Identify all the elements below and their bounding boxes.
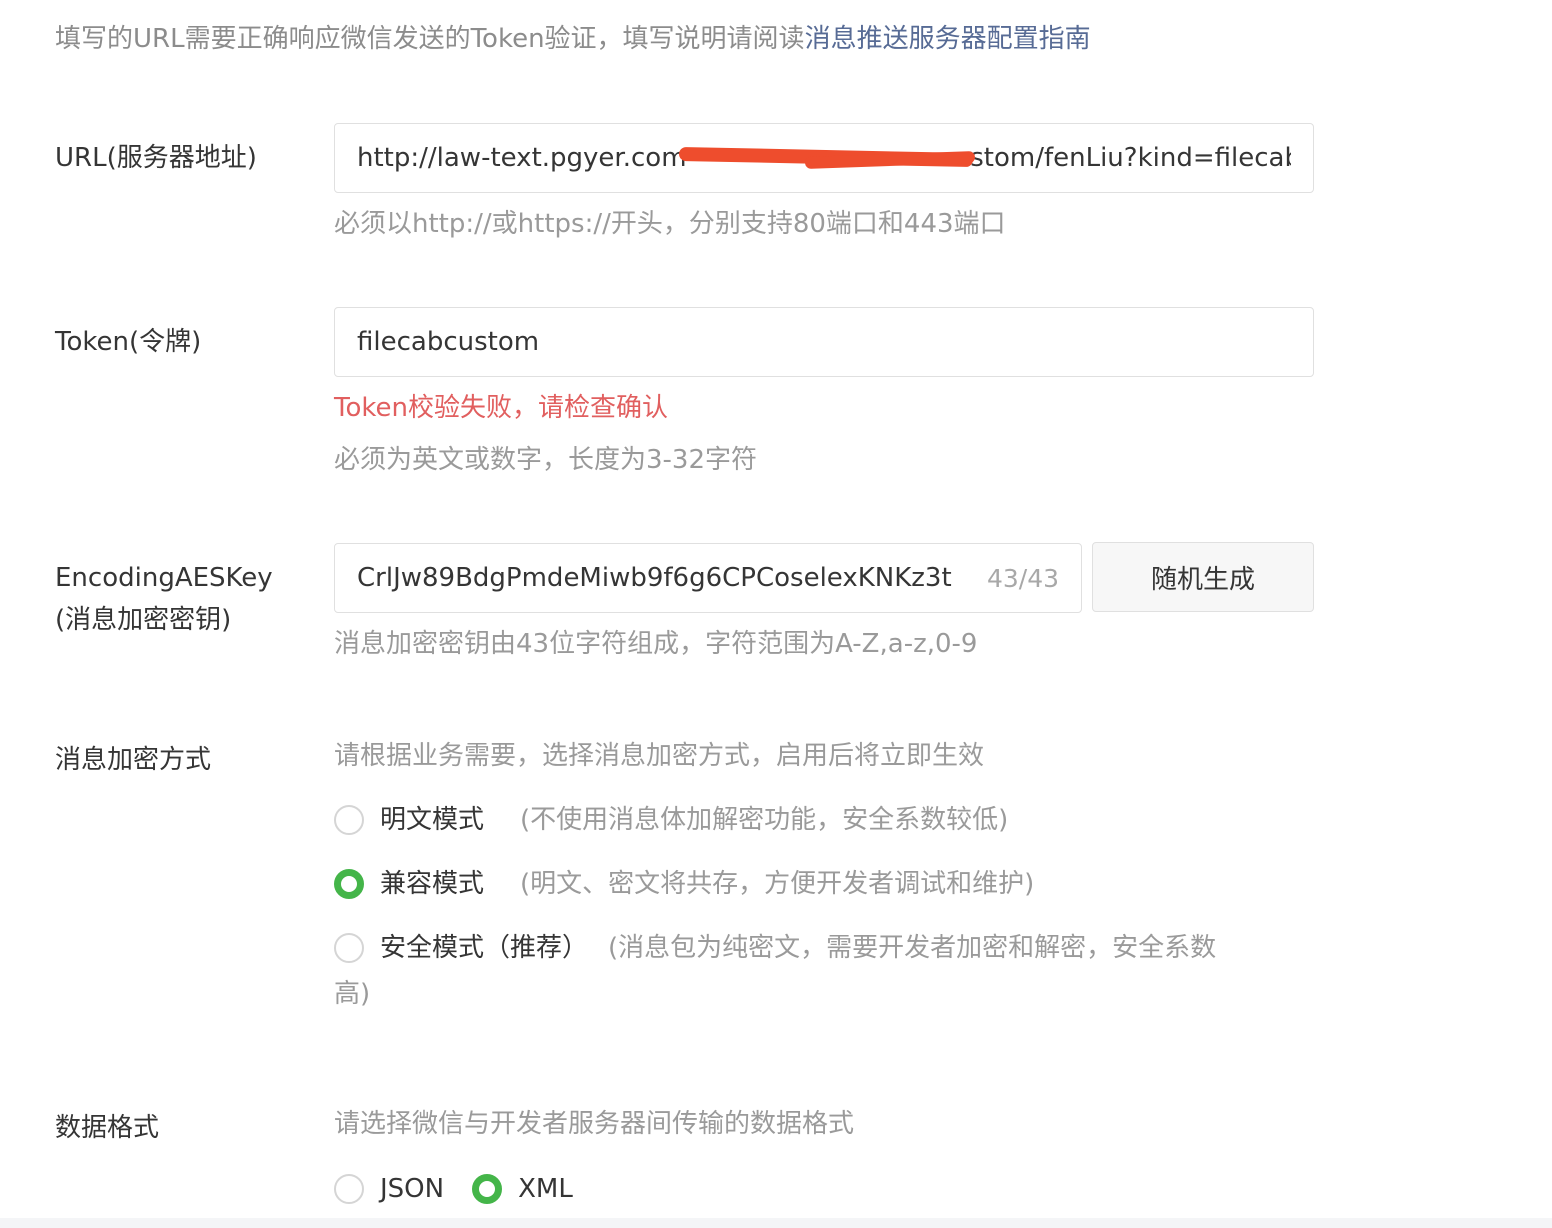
- intro-description: 填写的URL需要正确响应微信发送的Token验证，填写说明请阅读: [55, 24, 805, 54]
- format-option-xml[interactable]: XML: [518, 1169, 573, 1209]
- radio-unchecked-icon[interactable]: [334, 805, 364, 835]
- radio-checked-icon[interactable]: [472, 1174, 503, 1204]
- aes-key-counter: 43/43: [986, 563, 1059, 593]
- data-format-options: JSON XML: [334, 1169, 573, 1209]
- data-format-hint: 请选择微信与开发者服务器间传输的数据格式: [334, 1109, 855, 1139]
- radio-checked-icon[interactable]: [334, 869, 364, 899]
- token-hint: 必须为英文或数字，长度为3-32字符: [334, 445, 758, 475]
- bottom-divider: [0, 1218, 1552, 1228]
- random-generate-button[interactable]: 随机生成: [1092, 542, 1314, 612]
- aes-key-value: CrlJw89BdgPmdeMiwb9f6g6CPCoselexKNKz3t: [357, 563, 952, 593]
- encrypt-option-label: 兼容模式: [380, 869, 485, 899]
- intro-text: 填写的URL需要正确响应微信发送的Token验证，填写说明请阅读消息推送服务器配…: [55, 20, 1091, 58]
- config-guide-link[interactable]: 消息推送服务器配置指南: [805, 24, 1091, 54]
- encrypt-option-desc: (不使用消息体加解密功能，安全系数较低): [520, 805, 1009, 835]
- aes-key-label-line2: (消息加密密钥): [55, 605, 232, 635]
- token-error-message: Token校验失败，请检查确认: [334, 393, 668, 423]
- encrypt-option-desc: (明文、密文将共存，方便开发者调试和维护): [520, 869, 1035, 899]
- encrypt-mode-hint: 请根据业务需要，选择消息加密方式，启用后将立即生效: [334, 741, 985, 771]
- aes-key-label-line1: EncodingAESKey: [55, 563, 273, 593]
- radio-unchecked-icon[interactable]: [334, 1174, 364, 1204]
- aes-key-input[interactable]: CrlJw89BdgPmdeMiwb9f6g6CPCoselexKNKz3t 4…: [334, 543, 1082, 613]
- token-value: filecabcustom: [357, 327, 540, 357]
- format-option-json[interactable]: JSON: [380, 1169, 444, 1209]
- message-push-config-page: 填写的URL需要正确响应微信发送的Token验证，填写说明请阅读消息推送服务器配…: [0, 0, 1552, 1228]
- encrypt-option-desc-wrap: 高): [334, 979, 371, 1009]
- encrypt-option-desc: (消息包为纯密文，需要开发者加密和解密，安全系数: [608, 933, 1217, 963]
- encrypt-mode-label: 消息加密方式: [55, 745, 212, 775]
- token-input[interactable]: filecabcustom: [334, 307, 1314, 377]
- url-input[interactable]: http://law-text.pgyer.com/ stom/fenLiu?k…: [334, 123, 1314, 193]
- encrypt-option-plaintext[interactable]: 明文模式 (不使用消息体加解密功能，安全系数较低): [334, 800, 1008, 840]
- encrypt-option-compatible[interactable]: 兼容模式 (明文、密文将共存，方便开发者调试和维护): [334, 864, 1034, 904]
- encrypt-option-label: 安全模式（推荐）: [380, 933, 589, 963]
- url-value-prefix: http://law-text.pgyer.com/: [357, 143, 686, 173]
- url-value-suffix: stom/fenLiu?kind=filecab: [970, 143, 1291, 173]
- url-label: URL(服务器地址): [55, 143, 257, 173]
- encrypt-option-label: 明文模式: [380, 805, 485, 835]
- aes-key-hint: 消息加密密钥由43位字符组成，字符范围为A-Z,a-z,0-9: [334, 629, 978, 659]
- data-format-label: 数据格式: [55, 1113, 160, 1143]
- encrypt-option-secure[interactable]: 安全模式（推荐） (消息包为纯密文，需要开发者加密和解密，安全系数: [334, 928, 1216, 968]
- url-hint: 必须以http://或https://开头，分别支持80端口和443端口: [334, 209, 1006, 239]
- token-label: Token(令牌): [55, 327, 202, 357]
- radio-unchecked-icon[interactable]: [334, 933, 364, 963]
